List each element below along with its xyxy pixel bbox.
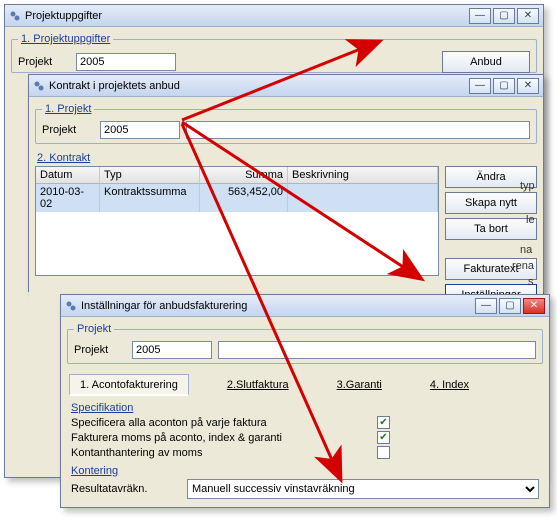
maximize-button[interactable]: ▢ [493, 8, 515, 24]
minimize-button[interactable]: — [475, 298, 497, 314]
legend-projektuppgifter: 1. Projektuppgifter [18, 33, 113, 45]
window-title: Kontrakt i projektets anbud [49, 80, 469, 92]
spec1-label: Specificera alla aconton på varje faktur… [71, 417, 371, 429]
minimize-button[interactable]: — [469, 8, 491, 24]
legend-projekt: Projekt [74, 323, 114, 335]
window-title: Projektuppgifter [25, 10, 469, 22]
cell-typ: Kontraktssumma [100, 184, 200, 212]
anbud-button[interactable]: Anbud [442, 51, 530, 73]
projekt-desc-input[interactable] [186, 121, 530, 139]
ta-bort-button[interactable]: Ta bort [445, 218, 537, 240]
projekt-desc-input[interactable] [218, 341, 536, 359]
tab-slutfaktura[interactable]: 2.Slutfaktura [217, 374, 299, 396]
projekt-input[interactable] [132, 341, 212, 359]
minimize-button[interactable]: — [469, 78, 491, 94]
projekt-label: Projekt [18, 56, 70, 68]
fieldset-projektuppgifter: 1. Projektuppgifter Projekt Anbud [11, 33, 537, 73]
kontering-heading: Kontering [71, 465, 539, 477]
cell-datum: 2010-03-02 [36, 184, 100, 212]
app-icon [33, 80, 45, 92]
skapa-nytt-button[interactable]: Skapa nytt [445, 192, 537, 214]
window-title: Inställningar för anbudsfakturering [81, 300, 475, 312]
spec3-checkbox[interactable] [377, 446, 390, 459]
spec2-label: Fakturera moms på aconto, index & garant… [71, 432, 371, 444]
col-datum[interactable]: Datum [36, 167, 100, 183]
tab-bar: 1. Acontofakturering 2.Slutfaktura 3.Gar… [67, 370, 543, 402]
projekt-label: Projekt [74, 344, 126, 356]
specifikation-heading: Specifikation [71, 402, 539, 414]
spec3-label: Kontanthantering av moms [71, 447, 371, 459]
spec2-checkbox[interactable]: ✔ [377, 431, 390, 444]
close-button[interactable]: ✕ [517, 78, 539, 94]
projekt-input[interactable] [100, 121, 180, 139]
titlebar-projektuppgifter[interactable]: Projektuppgifter — ▢ ✕ [5, 5, 543, 27]
table-row[interactable]: 2010-03-02 Kontraktssumma 563,452,00 [36, 184, 438, 212]
fieldset-projekt: 1. Projekt Projekt [35, 103, 537, 144]
titlebar-kontrakt[interactable]: Kontrakt i projektets anbud — ▢ ✕ [29, 75, 543, 97]
window-kontrakt: Kontrakt i projektets anbud — ▢ ✕ 1. Pro… [28, 74, 544, 292]
col-beskrivning[interactable]: Beskrivning [288, 167, 438, 183]
tab-acontofakturering[interactable]: 1. Acontofakturering [69, 374, 189, 396]
projekt-input[interactable] [76, 53, 176, 71]
close-button[interactable]: ✕ [523, 298, 545, 314]
app-icon [65, 300, 77, 312]
projekt-label: Projekt [42, 124, 94, 136]
resultatavrakn-label: Resultatavräkn. [71, 483, 181, 495]
cell-summa: 563,452,00 [200, 184, 288, 212]
window-installningar: Inställningar för anbudsfakturering — ▢ … [60, 294, 550, 508]
maximize-button[interactable]: ▢ [493, 78, 515, 94]
legend-kontrakt: 2. Kontrakt [37, 152, 439, 164]
col-summa[interactable]: Summa [200, 167, 288, 183]
titlebar-installningar[interactable]: Inställningar för anbudsfakturering — ▢ … [61, 295, 549, 317]
col-typ[interactable]: Typ [100, 167, 200, 183]
cell-beskrivning [288, 184, 438, 212]
app-icon [9, 10, 21, 22]
kontrakt-table[interactable]: Datum Typ Summa Beskrivning 2010-03-02 K… [35, 166, 439, 276]
maximize-button[interactable]: ▢ [499, 298, 521, 314]
close-button[interactable]: ✕ [517, 8, 539, 24]
resultatavrakn-select[interactable]: Manuell successiv vinstavräkning [187, 479, 539, 499]
fieldset-projekt: Projekt Projekt [67, 323, 543, 364]
tab-garanti[interactable]: 3.Garanti [327, 374, 392, 396]
spec1-checkbox[interactable]: ✔ [377, 416, 390, 429]
tab-index[interactable]: 4. Index [420, 374, 479, 396]
legend-projekt: 1. Projekt [42, 103, 94, 115]
